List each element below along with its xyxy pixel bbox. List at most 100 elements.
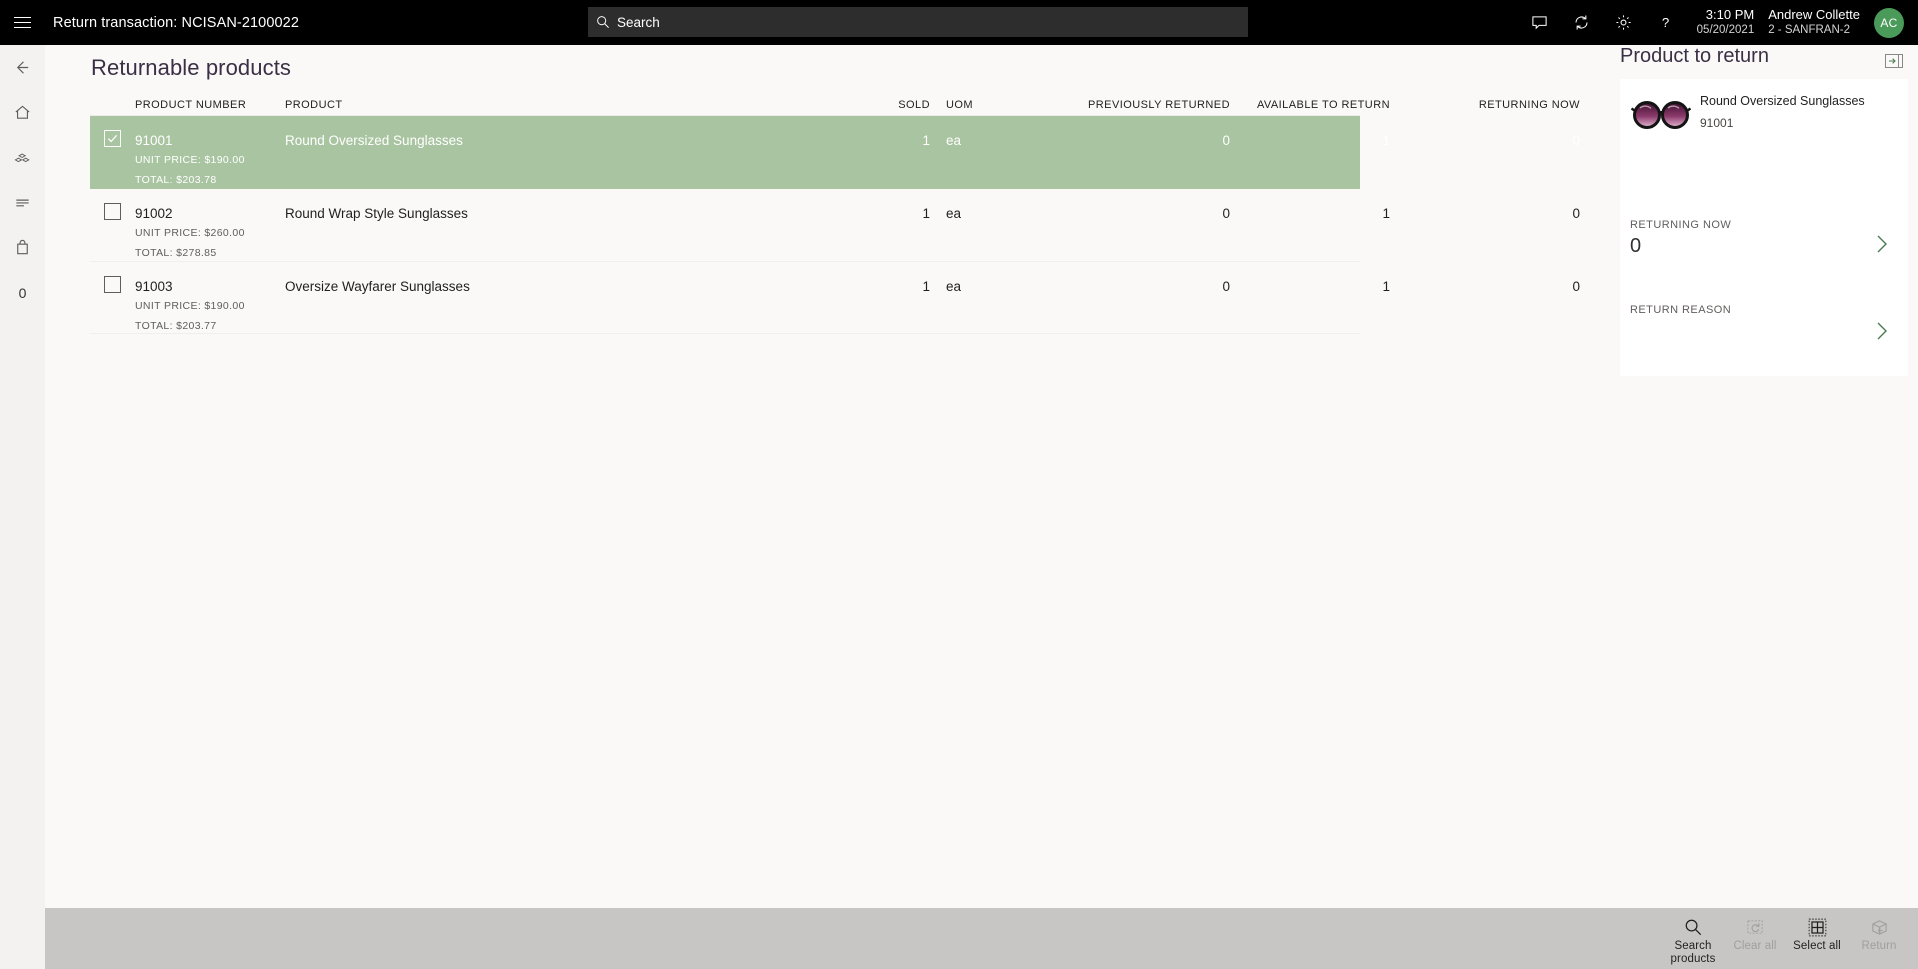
command-bar-buttons: Search products Clear all Select all Ret… xyxy=(1662,908,1910,969)
row-sold: 1 xyxy=(922,133,930,148)
row-available-to-return: 1 xyxy=(1382,278,1390,294)
row-checkbox[interactable] xyxy=(90,189,135,261)
search-input[interactable] xyxy=(617,14,1240,30)
checkbox-unchecked-icon[interactable] xyxy=(104,275,121,293)
table-header: PRODUCT NUMBER PRODUCT SOLD UOM PREVIOUS… xyxy=(90,90,1580,116)
row-returning-now: 0 xyxy=(1572,278,1580,294)
search-icon xyxy=(1684,916,1703,938)
return-reason-value xyxy=(1630,320,1898,346)
hamburger-icon[interactable] xyxy=(0,0,45,45)
row-uom: ea xyxy=(946,205,962,221)
row-total: TOTAL: $203.77 xyxy=(135,319,217,332)
cart-count[interactable]: 0 xyxy=(0,270,45,315)
return-label: Return xyxy=(1861,940,1897,952)
row-product-number-cell: 91002 UNIT PRICE: $260.00 TOTAL: $278.85 xyxy=(135,189,285,261)
avatar[interactable]: AC xyxy=(1874,7,1904,38)
returning-now-field[interactable]: RETURNING NOW 0 xyxy=(1630,219,1898,261)
clock-block: 3:10 PM 05/20/2021 xyxy=(1697,7,1755,38)
returning-now-label: RETURNING NOW xyxy=(1630,219,1732,231)
help-icon[interactable]: ? xyxy=(1645,0,1687,45)
row-previously-returned: 0 xyxy=(1222,133,1230,148)
command-bar: Search products Clear all Select all Ret… xyxy=(45,908,1918,969)
select-all-label: Select all xyxy=(1793,940,1841,952)
column-available-to-return: AVAILABLE TO RETURN xyxy=(1256,99,1390,111)
search-box[interactable] xyxy=(588,7,1248,37)
product-to-return-panel: Product to return Round Oversized Sungla… xyxy=(1615,45,1918,908)
clear-all-button[interactable]: Clear all xyxy=(1724,908,1786,969)
row-sold: 1 xyxy=(922,278,930,294)
row-product-number: 91003 xyxy=(135,278,173,294)
page-title: Returnable products xyxy=(91,55,292,80)
selected-product-name: Round Oversized Sunglasses xyxy=(1700,94,1865,108)
row-total: TOTAL: $278.85 xyxy=(135,246,217,259)
column-product-number: PRODUCT NUMBER xyxy=(135,99,247,111)
return-reason-field[interactable]: RETURN REASON xyxy=(1630,304,1898,346)
panel-expand-icon[interactable] xyxy=(1884,53,1904,69)
journal-icon[interactable] xyxy=(0,180,45,225)
column-previously-returned: PREVIOUSLY RETURNED xyxy=(1087,99,1230,111)
pos-return-screen: Return transaction: NCISAN-2100022 Searc… xyxy=(0,0,1918,969)
row-uom: ea xyxy=(946,133,962,148)
chevron-right-icon[interactable] xyxy=(1872,231,1892,262)
table-row[interactable]: 91002 UNIT PRICE: $260.00 TOTAL: $278.85… xyxy=(90,189,1580,262)
selected-product-number: 91001 xyxy=(1700,116,1734,131)
user-block[interactable]: Andrew Collette 2 - SANFRAN-2 xyxy=(1768,7,1860,38)
select-all-icon xyxy=(1808,916,1827,938)
top-bar: Return transaction: NCISAN-2100022 Searc… xyxy=(0,0,1918,45)
current-date: 05/20/2021 xyxy=(1696,24,1755,37)
row-total: TOTAL: $203.78 xyxy=(135,173,217,186)
row-unit-price: UNIT PRICE: $190.00 xyxy=(135,154,245,166)
products-icon[interactable] xyxy=(0,135,45,180)
search-icon xyxy=(596,15,610,29)
row-available-to-return: 1 xyxy=(1382,133,1390,148)
row-previously-returned: 0 xyxy=(1222,278,1230,294)
row-returning-now: 0 xyxy=(1572,205,1580,221)
return-reason-label: RETURN REASON xyxy=(1630,304,1732,316)
table-row[interactable]: 91003 UNIT PRICE: $190.00 TOTAL: $203.77… xyxy=(90,262,1580,335)
left-rail: 0 xyxy=(0,45,45,969)
row-previously-returned: 0 xyxy=(1222,205,1230,221)
returnable-products-table: PRODUCT NUMBER PRODUCT SOLD UOM PREVIOUS… xyxy=(90,90,1580,335)
sync-icon[interactable] xyxy=(1561,0,1603,45)
gear-icon[interactable] xyxy=(1603,0,1645,45)
chevron-right-icon[interactable] xyxy=(1872,318,1892,349)
column-uom: UOM xyxy=(946,99,974,111)
home-icon[interactable] xyxy=(0,90,45,135)
column-product: PRODUCT xyxy=(285,99,343,111)
selected-product-text: Round Oversized Sunglasses 91001 xyxy=(1694,91,1865,139)
row-product-number-cell: 91001 UNIT PRICE: $190.00 TOTAL: $203.78 xyxy=(135,116,285,188)
clear-all-label: Clear all xyxy=(1733,940,1777,952)
checkbox-unchecked-icon[interactable] xyxy=(104,202,121,220)
row-product-number: 91002 xyxy=(135,205,173,221)
panel-title: Product to return xyxy=(1620,45,1769,67)
return-box-icon xyxy=(1870,916,1889,938)
svg-text:?: ? xyxy=(1662,15,1669,30)
user-name: Andrew Collette xyxy=(1768,7,1860,23)
row-unit-price: UNIT PRICE: $190.00 xyxy=(135,299,245,312)
back-icon[interactable] xyxy=(0,45,45,90)
column-returning-now: RETURNING NOW xyxy=(1478,99,1580,111)
row-unit-price: UNIT PRICE: $260.00 xyxy=(135,226,245,239)
row-returning-now: 0 xyxy=(1572,133,1580,148)
shopping-bag-icon[interactable] xyxy=(0,225,45,270)
table-row[interactable]: 91001 UNIT PRICE: $190.00 TOTAL: $203.78… xyxy=(90,116,1580,189)
search-products-button[interactable]: Search products xyxy=(1662,908,1724,969)
current-time: 3:10 PM xyxy=(1705,7,1755,23)
row-product-number: 91001 xyxy=(135,133,173,148)
returning-now-value: 0 xyxy=(1630,235,1642,257)
sunglasses-thumbnail xyxy=(1628,91,1694,139)
select-all-button[interactable]: Select all xyxy=(1786,908,1848,969)
row-checkbox[interactable] xyxy=(90,262,135,334)
return-button[interactable]: Return xyxy=(1848,908,1910,969)
row-checkbox[interactable] xyxy=(90,116,135,188)
row-product-name: Oversize Wayfarer Sunglasses xyxy=(285,278,470,294)
checkbox-checked-icon[interactable] xyxy=(104,130,121,147)
message-icon[interactable] xyxy=(1519,0,1561,45)
selected-product-card: Round Oversized Sunglasses 91001 RETURNI… xyxy=(1620,79,1908,376)
clear-all-icon xyxy=(1746,916,1765,938)
user-store: 2 - SANFRAN-2 xyxy=(1768,24,1851,37)
top-bar-right: ? 3:10 PM 05/20/2021 Andrew Collette 2 -… xyxy=(1519,0,1918,45)
row-sold: 1 xyxy=(922,205,930,221)
page-transaction-title: Return transaction: NCISAN-2100022 xyxy=(53,14,299,31)
row-available-to-return: 1 xyxy=(1382,205,1390,221)
